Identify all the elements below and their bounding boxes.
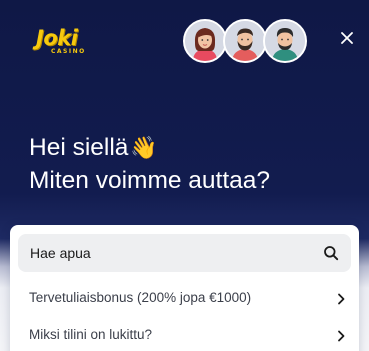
close-icon: [341, 32, 353, 44]
article-item-account-locked[interactable]: Miksi tilini on lukittu?: [10, 322, 359, 350]
agent-avatar-woman: [183, 19, 227, 63]
chevron-right-icon: [338, 330, 345, 342]
agent-avatar-man: [263, 19, 307, 63]
greeting-heading: Hei siellä👋 Miten voimme auttaa?: [29, 131, 270, 197]
agent-avatar-bearded-man: [223, 19, 267, 63]
article-label: Miksi tilini on lukittu?: [29, 327, 153, 342]
logo-wordmark: Joki: [36, 26, 78, 50]
greeting-line-2: Miten voimme auttaa?: [29, 167, 271, 194]
close-button[interactable]: [336, 27, 358, 49]
article-item-welcome-bonus[interactable]: Tervetuliaisbonus (200% jopa €1000): [10, 285, 359, 313]
waving-hand-icon: 👋: [130, 135, 158, 160]
messenger-widget: Joki CASINO Hei siellä👋 Miten voimme aut…: [0, 0, 369, 351]
article-label: Tervetuliaisbonus (200% jopa €1000): [29, 290, 252, 305]
brand-logo: Joki CASINO: [36, 27, 90, 59]
help-card: Hae apua Tervetuliaisbonus (200% jopa €1…: [10, 225, 359, 351]
search-help-label: Hae apua: [30, 245, 91, 261]
chevron-right-icon: [338, 293, 345, 305]
search-help-input[interactable]: Hae apua: [18, 234, 351, 272]
agent-avatars: [183, 19, 307, 63]
greeting-line-1: Hei siellä👋: [29, 131, 270, 164]
search-icon[interactable]: [323, 245, 339, 261]
logo-subtitle: CASINO: [51, 48, 86, 55]
greeting-hello: Hei siellä: [29, 134, 129, 161]
